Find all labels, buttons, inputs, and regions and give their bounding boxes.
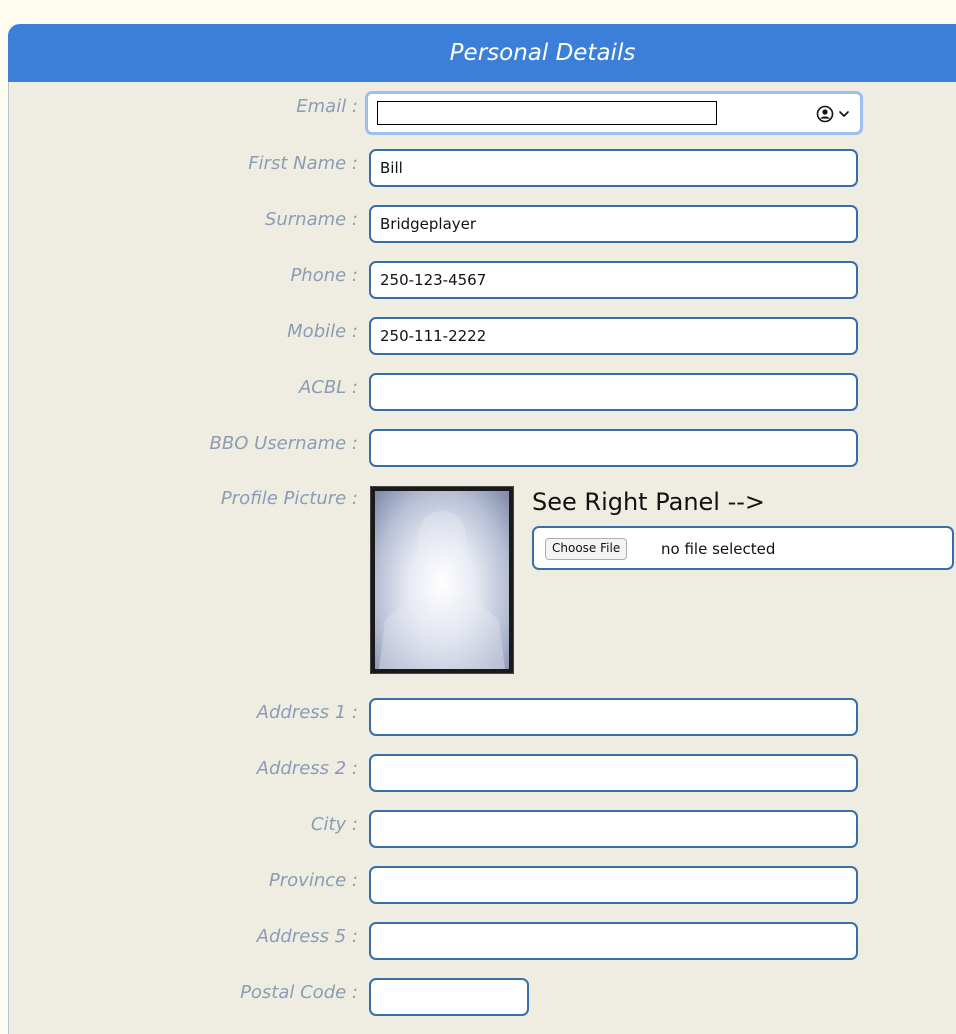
bbo-username-field[interactable] [369,429,858,467]
choose-file-button[interactable]: Choose File [545,538,628,560]
email-input[interactable] [377,101,717,125]
address1-field[interactable] [369,698,858,736]
city-label: City : [310,814,358,835]
person-circle-icon [816,105,834,123]
acbl-field[interactable] [369,373,858,411]
first-name-field[interactable] [369,149,858,187]
silhouette-placeholder [375,491,509,669]
chevron-down-icon [839,111,849,117]
bbo-username-label: BBO Username : [209,433,358,454]
first-name-label: First Name : [248,153,358,174]
acbl-label: ACBL : [298,377,358,398]
autofill-button[interactable] [816,103,850,125]
page-title: Personal Details [449,40,636,66]
address2-field[interactable] [369,754,858,792]
postal-code-label: Postal Code : [240,982,358,1003]
surname-label: Surname : [264,209,358,230]
profile-picture [370,486,514,674]
email-label: Email : [296,96,358,117]
address5-field[interactable] [369,922,858,960]
file-status: no file selected [661,540,776,558]
surname-field[interactable] [369,205,858,243]
address2-label: Address 2 : [256,758,358,779]
silhouette-icon [379,511,505,669]
file-upload-field[interactable]: Choose File no file selected [532,526,954,570]
profile-picture-label: Profile Picture : [220,488,358,509]
city-field[interactable] [369,810,858,848]
postal-code-field[interactable] [369,978,529,1016]
phone-label: Phone : [290,265,358,286]
see-right-panel-note: See Right Panel --> [532,488,766,516]
mobile-field[interactable] [369,317,858,355]
address1-label: Address 1 : [256,702,358,723]
email-field[interactable] [365,91,863,135]
province-field[interactable] [369,866,858,904]
phone-field[interactable] [369,261,858,299]
mobile-label: Mobile : [287,321,358,342]
address5-label: Address 5 : [256,926,358,947]
province-label: Province : [268,870,358,891]
